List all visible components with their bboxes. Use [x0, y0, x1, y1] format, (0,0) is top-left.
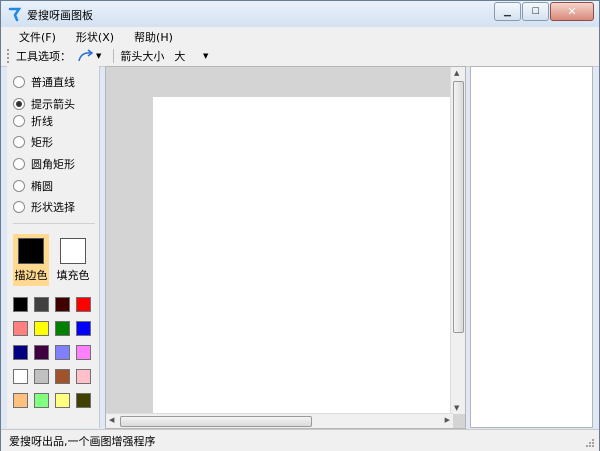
fill-color-swatch [60, 238, 86, 264]
radio-button[interactable] [13, 158, 25, 170]
radio-button[interactable] [13, 201, 25, 213]
stroke-color-swatch [18, 238, 44, 264]
arrow-size-select[interactable]: 大 ▼ [174, 48, 208, 64]
preview-panel [470, 66, 593, 428]
scroll-right-icon[interactable]: ▶ [445, 416, 450, 424]
close-icon: ✕ [567, 5, 577, 18]
curved-arrow-icon [78, 49, 94, 62]
palette-swatch[interactable] [55, 369, 70, 384]
radio-button[interactable] [13, 115, 25, 127]
stroke-color-button[interactable]: 描边色 [13, 234, 49, 286]
resize-grip-icon[interactable] [585, 438, 595, 448]
palette-swatch[interactable] [13, 321, 28, 336]
window-controls: ▁ ☐ ✕ [493, 2, 594, 21]
radio-button[interactable] [13, 180, 25, 192]
chevron-down-icon: ▼ [96, 52, 102, 60]
palette-swatch[interactable] [55, 297, 70, 312]
minimize-icon: ▁ [504, 6, 511, 17]
arrow-size-label: 箭头大小 [120, 50, 165, 63]
shape-option-label: 提示箭头 [31, 98, 75, 111]
shape-option-label: 圆角矩形 [31, 158, 75, 171]
toolbar-separator [113, 49, 115, 63]
fill-color-button[interactable]: 填充色 [55, 234, 91, 286]
palette-swatch[interactable] [55, 393, 70, 408]
toolbar: 工具选项： ▼ 箭头大小 大 ▼ [1, 46, 599, 67]
shape-option-label: 形状选择 [31, 201, 75, 214]
shape-option-label: 普通直线 [31, 76, 75, 89]
app-logo-icon [8, 7, 22, 22]
drawing-canvas[interactable] [153, 97, 451, 413]
palette-swatch[interactable] [13, 345, 28, 360]
minimize-button[interactable]: ▁ [494, 2, 521, 21]
radio-button[interactable] [13, 136, 25, 148]
shape-option[interactable]: 普通直线 [13, 74, 75, 90]
vertical-scroll-thumb[interactable] [453, 81, 464, 333]
fill-color-label: 填充色 [56, 269, 90, 282]
palette-swatch[interactable] [76, 369, 91, 384]
vertical-scrollbar[interactable]: ▲ ▼ [450, 67, 465, 414]
palette-swatch[interactable] [55, 345, 70, 360]
close-button[interactable]: ✕ [550, 2, 594, 21]
scroll-up-icon[interactable]: ▲ [454, 69, 459, 77]
palette-swatch[interactable] [13, 297, 28, 312]
palette-swatch[interactable] [76, 321, 91, 336]
shape-option-label: 椭圆 [31, 180, 53, 193]
chevron-down-icon: ▼ [203, 52, 209, 60]
window-title: 爱搜呀画图板 [27, 9, 93, 22]
horizontal-scroll-thumb[interactable] [120, 416, 312, 427]
shape-option[interactable]: 圆角矩形 [13, 156, 75, 172]
toolbar-grip[interactable] [7, 49, 12, 63]
maximize-button[interactable]: ☐ [522, 2, 549, 21]
line-style-dropdown[interactable]: ▼ [77, 49, 101, 63]
palette-swatch[interactable] [13, 369, 28, 384]
shape-option[interactable]: 折线 [13, 113, 53, 129]
palette-swatch[interactable] [76, 393, 91, 408]
panel-divider [13, 223, 95, 224]
menu-file[interactable]: 文件(F) [9, 29, 66, 45]
status-text: 爱搜呀出品,一个画图增强程序 [9, 434, 156, 448]
palette-swatch[interactable] [76, 297, 91, 312]
stroke-color-label: 描边色 [14, 269, 48, 282]
radio-button[interactable] [13, 98, 25, 110]
palette-swatch[interactable] [34, 393, 49, 408]
shape-option[interactable]: 矩形 [13, 134, 53, 150]
shape-option[interactable]: 椭圆 [13, 178, 53, 194]
shape-option[interactable]: 提示箭头 [13, 96, 75, 112]
status-bar: 爱搜呀出品,一个画图增强程序 [1, 429, 599, 451]
title-bar: 爱搜呀画图板 ▁ ☐ ✕ [1, 1, 599, 27]
shape-option[interactable]: 形状选择 [13, 199, 75, 215]
tool-options-label: 工具选项： [16, 50, 71, 63]
palette-swatch[interactable] [76, 345, 91, 360]
menu-bar: 文件(F) 形状(X) 帮助(H) [1, 27, 599, 46]
maximize-icon: ☐ [531, 6, 540, 17]
menu-help[interactable]: 帮助(H) [124, 29, 183, 45]
arrow-size-value: 大 [174, 50, 186, 63]
shape-option-label: 折线 [31, 115, 53, 128]
scroll-left-icon[interactable]: ◀ [109, 416, 114, 424]
radio-button[interactable] [13, 76, 25, 88]
palette-swatch[interactable] [13, 393, 28, 408]
canvas-viewport: ▲ ▼ ◀ ▶ [105, 66, 466, 429]
menu-shape[interactable]: 形状(X) [66, 29, 124, 45]
palette-swatch[interactable] [34, 297, 49, 312]
shape-option-label: 矩形 [31, 136, 53, 149]
app-window: 爱搜呀画图板 ▁ ☐ ✕ 文件(F) 形状(X) 帮助(H) 工具选项： ▼ 箭… [0, 0, 600, 451]
palette-swatch[interactable] [55, 321, 70, 336]
palette-swatch[interactable] [34, 321, 49, 336]
palette-swatch[interactable] [34, 345, 49, 360]
horizontal-scrollbar[interactable]: ◀ ▶ [106, 413, 453, 428]
shape-panel: 普通直线提示箭头折线矩形圆角矩形椭圆形状选择 描边色 填充色 [7, 66, 100, 428]
scroll-down-icon[interactable]: ▼ [454, 404, 459, 412]
palette-swatch[interactable] [34, 369, 49, 384]
